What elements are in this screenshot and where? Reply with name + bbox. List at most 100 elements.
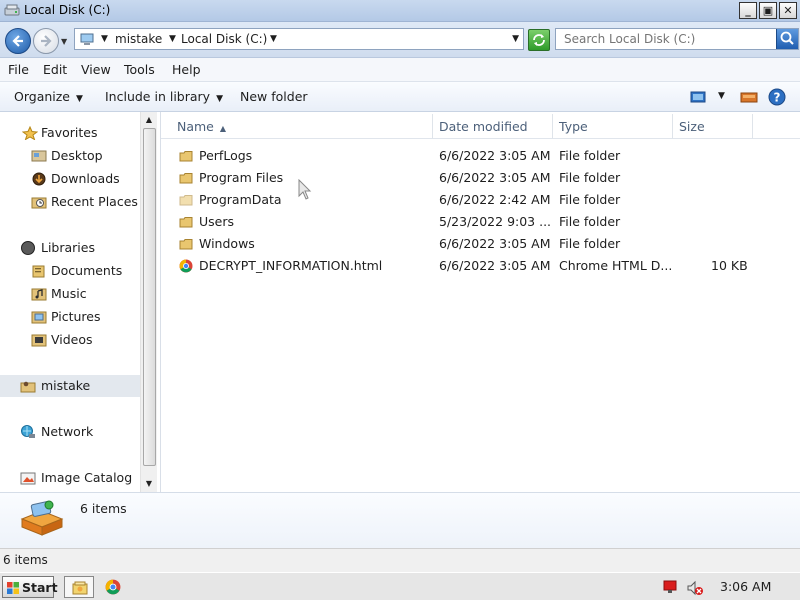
maximize-button[interactable]: ▣ [759, 2, 777, 19]
table-row[interactable]: DECRYPT_INFORMATION.html 6/6/2022 3:05 A… [161, 255, 800, 277]
user-folder-icon [20, 381, 36, 393]
breadcrumb-mistake[interactable]: mistake [115, 32, 162, 46]
breadcrumb-local-disk[interactable]: Local Disk (C:) [181, 32, 267, 46]
search-box[interactable] [555, 28, 799, 50]
folder-icon [179, 217, 193, 228]
taskbar-explorer-button[interactable] [64, 576, 94, 598]
action-center-flag-icon[interactable] [662, 580, 678, 594]
table-row[interactable]: Program Files 6/6/2022 3:05 AM File fold… [161, 167, 800, 189]
nav-scrollbar[interactable]: ▲ ▼ [140, 112, 157, 492]
documents-icon [32, 265, 45, 278]
column-header-name[interactable]: Name ▲ [161, 114, 433, 139]
chevron-down-icon: ▼ [216, 94, 223, 104]
chevron-down-icon[interactable]: ▼ [101, 34, 108, 44]
folder-icon [179, 173, 193, 184]
nav-pictures-label: Pictures [51, 309, 101, 324]
file-date: 6/6/2022 2:42 AM [439, 192, 551, 207]
nav-user-mistake[interactable]: mistake [0, 375, 140, 397]
table-row[interactable]: ProgramData 6/6/2022 2:42 AM File folder [161, 189, 800, 211]
refresh-button[interactable] [528, 29, 550, 51]
recent-places-icon [31, 197, 47, 209]
column-header-row: Name ▲ Date modified Type Size [161, 114, 800, 139]
menu-help[interactable]: Help [172, 62, 201, 77]
recent-pages-dropdown-icon[interactable]: ▼ [61, 37, 67, 46]
nav-documents-label: Documents [51, 263, 123, 278]
file-type: Chrome HTML D... [559, 258, 673, 273]
table-row[interactable]: PerfLogs 6/6/2022 3:05 AM File folder [161, 145, 800, 167]
search-icon [780, 31, 794, 45]
menu-view[interactable]: View [81, 62, 111, 77]
column-header-date-modified[interactable]: Date modified [433, 114, 553, 139]
column-header-type[interactable]: Type [553, 114, 673, 139]
nav-favorites[interactable]: Favorites [0, 122, 140, 144]
chevron-down-icon[interactable]: ▼ [270, 34, 277, 44]
forward-button[interactable] [33, 28, 59, 54]
organize-button[interactable]: Organize ▼ [14, 89, 83, 104]
details-pane: 6 items [0, 492, 800, 548]
nav-downloads[interactable]: Downloads [0, 168, 140, 190]
scroll-down-icon[interactable]: ▼ [141, 476, 157, 492]
table-row[interactable]: Users 5/23/2022 9:03 ... File folder [161, 211, 800, 233]
search-input[interactable] [556, 29, 774, 49]
music-icon [31, 288, 47, 301]
file-date: 6/6/2022 3:05 AM [439, 148, 551, 163]
menu-file[interactable]: File [8, 62, 29, 77]
menu-edit[interactable]: Edit [43, 62, 67, 77]
scrollbar-thumb[interactable] [143, 128, 156, 466]
view-options-dropdown-icon[interactable]: ▼ [718, 91, 725, 101]
file-type: File folder [559, 236, 621, 251]
chevron-down-icon[interactable]: ▼ [169, 34, 176, 44]
file-date: 5/23/2022 9:03 ... [439, 214, 552, 229]
title-bar: Local Disk (C:) _ ▣ ✕ [0, 0, 800, 22]
libraries-icon [21, 241, 35, 255]
back-button[interactable] [5, 28, 31, 54]
pictures-icon [31, 311, 47, 324]
nav-documents[interactable]: Documents [0, 260, 140, 282]
preview-pane-icon[interactable] [740, 90, 758, 104]
file-name: Users [199, 214, 235, 229]
new-folder-button[interactable]: New folder [240, 89, 308, 104]
file-name: PerfLogs [199, 148, 253, 163]
drive-icon [4, 4, 20, 16]
column-header-size[interactable]: Size [673, 114, 753, 139]
help-icon[interactable]: ? [768, 88, 786, 106]
desktop-icon [31, 150, 47, 162]
folder-icon [179, 195, 193, 206]
column-size-label: Size [679, 119, 705, 134]
minimize-button[interactable]: _ [739, 2, 757, 19]
nav-network[interactable]: Network [0, 421, 140, 443]
windows-logo-icon [7, 582, 19, 594]
file-name: Windows [199, 236, 255, 251]
change-view-icon[interactable] [690, 90, 706, 104]
nav-recent-places[interactable]: Recent Places [0, 191, 140, 213]
menu-tools[interactable]: Tools [124, 62, 155, 77]
nav-libraries[interactable]: Libraries [0, 237, 140, 259]
file-name: DECRYPT_INFORMATION.html [199, 258, 383, 273]
nav-image-catalog-label: Image Catalog [41, 470, 133, 485]
status-item-count: 6 items [3, 553, 48, 567]
nav-recent-places-label: Recent Places [51, 194, 138, 209]
nav-favorites-label: Favorites [41, 125, 98, 140]
nav-desktop[interactable]: Desktop [0, 145, 140, 167]
nav-pictures[interactable]: Pictures [0, 306, 140, 328]
taskbar-chrome-button[interactable] [98, 576, 128, 598]
nav-image-catalog[interactable]: Image Catalog [0, 467, 140, 489]
address-bar[interactable]: ▼ mistake ▼ Local Disk (C:) ▼ ▼ [74, 28, 524, 50]
table-row[interactable]: Windows 6/6/2022 3:05 AM File folder [161, 233, 800, 255]
search-button[interactable] [776, 29, 798, 49]
address-dropdown-icon[interactable]: ▼ [512, 34, 519, 44]
file-name: Program Files [199, 170, 284, 185]
file-size: 10 KB [711, 258, 748, 273]
close-button[interactable]: ✕ [779, 2, 797, 19]
navigation-pane: Favorites Desktop Downloads Recent Place… [0, 112, 158, 492]
include-in-library-button[interactable]: Include in library ▼ [105, 89, 223, 104]
nav-videos[interactable]: Videos [0, 329, 140, 351]
scroll-up-icon[interactable]: ▲ [141, 112, 157, 128]
nav-music[interactable]: Music [0, 283, 140, 305]
organize-label: Organize [14, 89, 70, 104]
taskbar-clock[interactable]: 3:06 AM [720, 579, 771, 594]
file-date: 6/6/2022 3:05 AM [439, 258, 551, 273]
column-name-label: Name [177, 119, 214, 134]
volume-muted-icon[interactable] [686, 580, 704, 596]
start-button[interactable]: Start [2, 576, 58, 598]
